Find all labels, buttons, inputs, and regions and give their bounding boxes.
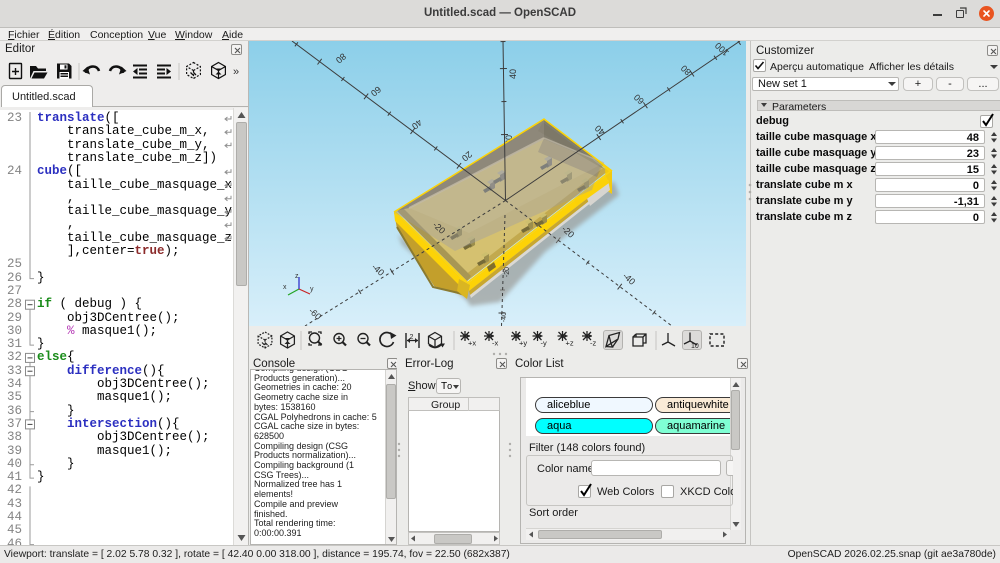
svg-text:-z: -z (590, 339, 596, 348)
svg-text:10: 10 (691, 343, 699, 350)
svg-text:-x: -x (492, 339, 498, 348)
svg-text:2: 2 (410, 334, 414, 341)
svg-text:-20: -20 (504, 267, 511, 277)
svg-text:x: x (283, 284, 287, 291)
svg-text:+z: +z (566, 339, 574, 348)
svg-text:40: 40 (508, 69, 518, 79)
svg-text:+x: +x (468, 339, 476, 348)
svg-text:-y: -y (541, 339, 547, 348)
svg-text:+y: +y (519, 339, 527, 348)
svg-text:y: y (310, 286, 314, 293)
svg-text:z: z (295, 273, 299, 280)
svg-text:»: » (233, 66, 239, 78)
svg-text:-40: -40 (501, 312, 508, 322)
